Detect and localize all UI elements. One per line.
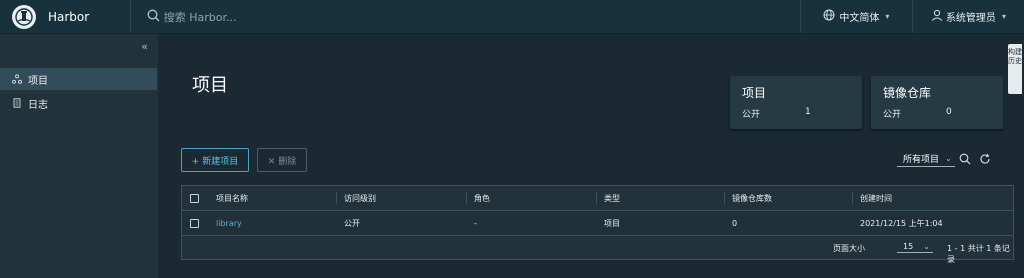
projects-icon (12, 74, 22, 84)
build-history-tab[interactable]: 构建历史 (1008, 44, 1022, 94)
projects-table: 项目名称 访问级别 角色 类型 镜像仓库数 创建时间 library 公开 - … (181, 185, 1014, 265)
search-icon (147, 7, 160, 26)
top-header: Harbor 搜索 Harbor... 中文简体 ▾ 系统管理员 ▾ (0, 0, 1024, 34)
sidebar: « 项目 日志 (0, 34, 158, 278)
repo-count-cell: 0 (732, 218, 738, 228)
column-header[interactable]: 项目名称 (208, 186, 336, 210)
card-title: 项目 (742, 86, 767, 100)
brand[interactable]: Harbor (0, 0, 131, 33)
page-size-select[interactable]: 15 ⌄ (897, 240, 933, 253)
user-menu[interactable]: 系统管理员 ▾ (913, 0, 1024, 33)
sidebar-item-logs[interactable]: 日志 (0, 92, 157, 114)
chevron-down-icon: ⌄ (945, 154, 952, 163)
user-name: 系统管理员 (945, 13, 996, 24)
pagination-summary: 1 - 1 共计 1 条记录 (947, 244, 1010, 264)
sidebar-item-label: 日志 (28, 99, 48, 111)
type-cell: 项目 (604, 218, 620, 228)
project-name-link[interactable]: library (208, 211, 336, 235)
card-label: 公开 (742, 110, 761, 120)
sidebar-item-projects[interactable]: 项目 (0, 68, 157, 90)
page-size-value: 15 (903, 241, 914, 251)
page-title: 项目 (192, 75, 228, 96)
select-all-checkbox[interactable] (190, 193, 199, 203)
card-value: 1 (805, 107, 811, 117)
chevron-down-icon: ⌄ (923, 241, 930, 251)
access-level-cell: 公开 (344, 218, 360, 228)
card-value: 0 (946, 107, 952, 117)
refresh-icon[interactable] (978, 152, 992, 166)
logs-icon (12, 98, 22, 108)
collapse-sidebar-icon[interactable]: « (141, 40, 148, 53)
creation-time-cell: 2021/12/15 上午1:04 (860, 218, 943, 228)
column-header[interactable]: 镜像仓库数 (724, 186, 852, 210)
user-icon (931, 9, 943, 24)
table-row[interactable]: library 公开 - 项目 0 2021/12/15 上午1:04 (182, 211, 1013, 236)
page-size-label: 页面大小 (833, 244, 865, 253)
role-cell: - (474, 218, 477, 228)
sidebar-item-label: 项目 (28, 75, 48, 87)
projects-stat-card: 项目 公开 1 (730, 76, 862, 129)
search-placeholder[interactable]: 搜索 Harbor... (164, 9, 237, 25)
column-header[interactable]: 角色 (466, 186, 596, 210)
new-project-button[interactable]: + 新建项目 (181, 148, 249, 172)
project-filter-select[interactable]: 所有项目 ⌄ (897, 151, 955, 167)
search-icon[interactable] (958, 152, 972, 166)
delete-button[interactable]: ✕ 删除 (257, 148, 307, 172)
global-search[interactable]: 搜索 Harbor... (147, 7, 800, 26)
chevron-down-icon: ▾ (885, 12, 890, 21)
column-header[interactable]: 访问级别 (336, 186, 466, 210)
language-selector[interactable]: 中文简体 ▾ (799, 0, 913, 33)
repositories-stat-card: 镜像仓库 公开 0 (871, 76, 1003, 129)
filter-value: 所有项目 (903, 155, 940, 165)
column-header[interactable]: 类型 (596, 186, 724, 210)
card-label: 公开 (883, 110, 902, 120)
table-header: 项目名称 访问级别 角色 类型 镜像仓库数 创建时间 (182, 186, 1013, 211)
globe-icon (823, 9, 835, 24)
language-label: 中文简体 (839, 13, 880, 24)
table-footer: 页面大小 15 ⌄ 1 - 1 共计 1 条记录 (182, 236, 1013, 265)
card-title: 镜像仓库 (883, 86, 932, 100)
row-checkbox[interactable] (190, 218, 199, 228)
chevron-down-icon: ▾ (1001, 12, 1006, 21)
harbor-logo-icon (12, 4, 36, 29)
app-title: Harbor (48, 9, 90, 24)
column-header[interactable]: 创建时间 (852, 186, 1012, 210)
